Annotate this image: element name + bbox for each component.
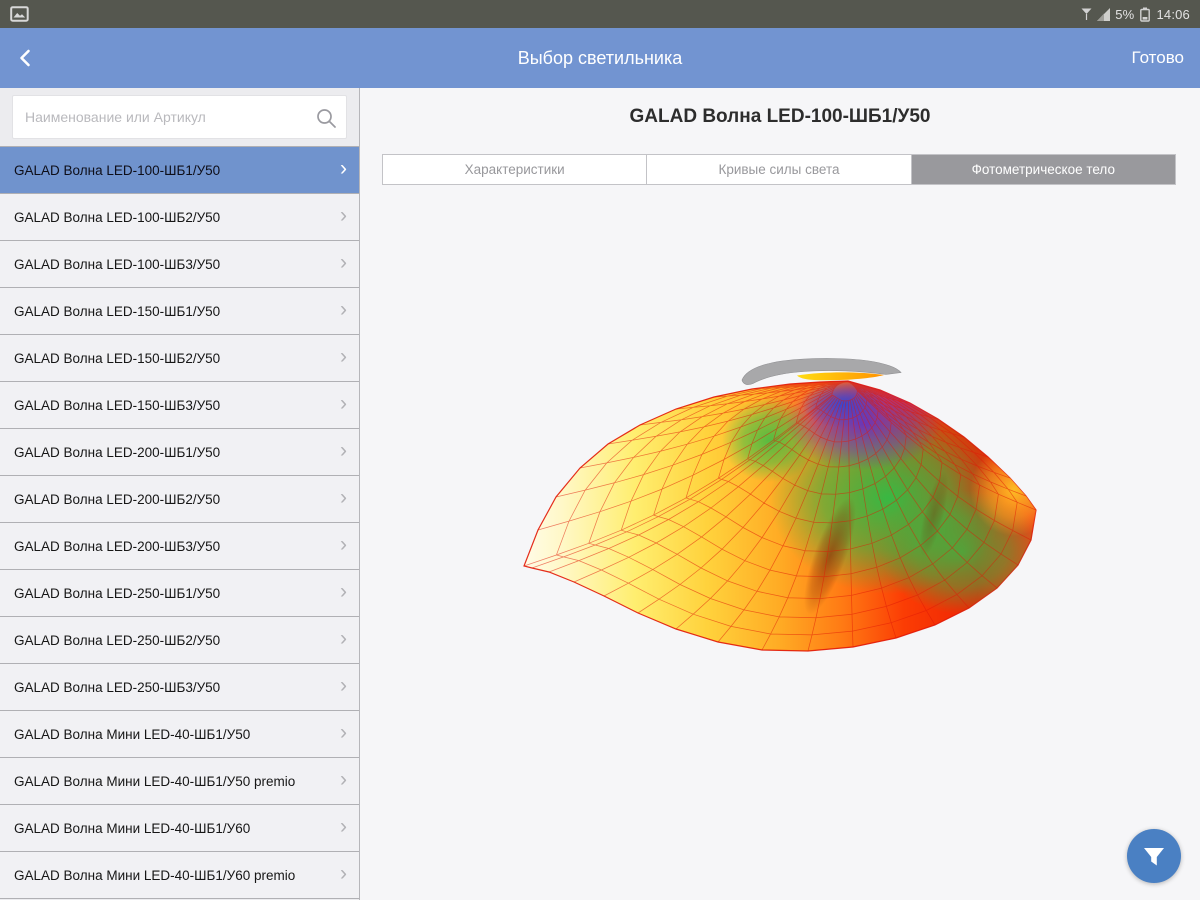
tab-bar: Характеристики Кривые силы света Фотометри… xyxy=(382,154,1176,185)
list-item[interactable]: GALAD Волна Мини LED-40-ШБ1/У50 › xyxy=(0,711,359,758)
list-item[interactable]: GALAD Волна Мини LED-40-ШБ1/У50 premio › xyxy=(0,758,359,805)
chevron-right-icon: › xyxy=(340,439,347,462)
signal-strength-icon xyxy=(1097,7,1111,21)
item-label: GALAD Волна LED-100-ШБ3/У50 xyxy=(14,256,221,272)
item-label: GALAD Волна LED-200-ШБ2/У50 xyxy=(14,491,221,507)
chevron-right-icon: › xyxy=(340,204,347,227)
chevron-right-icon: › xyxy=(340,721,347,744)
photometric-view xyxy=(360,218,1200,900)
item-label: GALAD Волна Мини LED-40-ШБ1/У60 premio xyxy=(14,867,296,883)
network-status-icon xyxy=(1081,8,1092,20)
list-item[interactable]: GALAD Волна LED-150-ШБ1/У50 › xyxy=(0,288,359,335)
item-label: GALAD Волна LED-250-ШБ2/У50 xyxy=(14,632,221,648)
item-label: GALAD Волна LED-250-ШБ3/У50 xyxy=(14,679,221,695)
filter-fab[interactable] xyxy=(1127,829,1181,883)
chevron-right-icon: › xyxy=(340,298,347,321)
search-bar xyxy=(0,88,359,146)
list-item[interactable]: GALAD Волна LED-200-ШБ1/У50 › xyxy=(0,429,359,476)
item-label: GALAD Волна Мини LED-40-ШБ1/У50 xyxy=(14,726,251,742)
search-input[interactable] xyxy=(12,95,347,139)
sidebar: GALAD Волна LED-100-ШБ1/У50›GALAD Волна … xyxy=(0,88,360,900)
funnel-icon xyxy=(1144,848,1164,866)
back-chevron-icon xyxy=(20,49,30,67)
item-label: GALAD Волна LED-100-ШБ1/У50 xyxy=(14,162,221,178)
battery-percent: 5% xyxy=(1115,6,1135,22)
item-label: GALAD Волна LED-200-ШБ3/У50 xyxy=(14,538,221,554)
chevron-right-icon: › xyxy=(340,157,347,180)
status-bar: 5% 14:06 xyxy=(0,0,1200,28)
item-label: GALAD Волна LED-150-ШБ2/У50 xyxy=(14,350,221,366)
back-button[interactable] xyxy=(18,48,32,68)
list-item[interactable]: GALAD Волна LED-200-ШБ3/У50 › xyxy=(0,523,359,570)
list-item[interactable]: GALAD Волна LED-200-ШБ2/У50 › xyxy=(0,476,359,523)
screenshot-notification-icon xyxy=(10,6,29,22)
status-time: 14:06 xyxy=(1156,6,1190,22)
item-label: GALAD Волна Мини LED-40-ШБ1/У60 xyxy=(14,820,251,836)
content: GALAD Волна LED-100-ШБ1/У50›GALAD Волна … xyxy=(0,88,1200,900)
list-item[interactable]: GALAD Волна Мини LED-40-ШБ1/У60 premio › xyxy=(0,852,359,899)
chevron-right-icon: › xyxy=(340,345,347,368)
chevron-right-icon: › xyxy=(340,392,347,415)
chevron-right-icon: › xyxy=(340,674,347,697)
tab-2[interactable]: Кривые силы света xyxy=(646,155,910,184)
app-screen: 5% 14:06 Выбор светильника Готово Наимен… xyxy=(0,0,1200,900)
list-item[interactable]: GALAD Волна LED-250-ШБ3/У50 › xyxy=(0,664,359,711)
list-item[interactable]: GALAD Волна LED-250-ШБ1/У50 › xyxy=(0,570,359,617)
item-label: GALAD Волна LED-150-ШБ1/У50 xyxy=(14,303,221,319)
list-item[interactable]: GALAD Волна LED-100-ШБ1/У50 › xyxy=(0,147,359,194)
luminaire-list: GALAD Волна LED-100-ШБ1/У50 › GALAD Волна … xyxy=(0,146,359,899)
tab-3[interactable]: Фотометрическое тело xyxy=(910,155,1175,184)
list-item[interactable]: GALAD Волна LED-150-ШБ3/У50 › xyxy=(0,382,359,429)
search-icon[interactable] xyxy=(315,107,337,129)
chevron-right-icon: › xyxy=(340,533,347,556)
tab-1[interactable]: Характеристики xyxy=(383,155,646,184)
item-label: GALAD Волна Мини LED-40-ШБ1/У50 premio xyxy=(14,773,296,789)
header: Выбор светильника Готово xyxy=(0,28,1200,88)
list-item[interactable]: GALAD Волна LED-250-ШБ2/У50 › xyxy=(0,617,359,664)
item-label: GALAD Волна LED-100-ШБ2/У50 xyxy=(14,209,221,225)
chevron-right-icon: › xyxy=(340,251,347,274)
page-title: Выбор светильника xyxy=(517,47,683,68)
chevron-right-icon: › xyxy=(340,815,347,838)
battery-icon xyxy=(1140,7,1151,22)
item-label: GALAD Волна LED-150-ШБ3/У50 xyxy=(14,397,221,413)
done-button[interactable]: Готово xyxy=(1132,28,1185,88)
list-item[interactable]: GALAD Волна LED-100-ШБ3/У50 › xyxy=(0,241,359,288)
main-panel: GALAD Волна LED-100-ШБ1/У50 Характеристи… xyxy=(360,88,1200,900)
chevron-right-icon: › xyxy=(340,862,347,885)
item-label: GALAD Волна LED-200-ШБ1/У50 xyxy=(14,444,221,460)
chevron-right-icon: › xyxy=(340,580,347,603)
luminaire-title: GALAD Волна LED-100-ШБ1/У50 xyxy=(629,106,931,127)
chevron-right-icon: › xyxy=(340,486,347,509)
item-label: GALAD Волна LED-250-ШБ1/У50 xyxy=(14,585,221,601)
list-item[interactable]: GALAD Волна LED-150-ШБ2/У50 › xyxy=(0,335,359,382)
list-item[interactable]: GALAD Волна Мини LED-40-ШБ1/У60 › xyxy=(0,805,359,852)
list-item[interactable]: GALAD Волна LED-100-ШБ2/У50 › xyxy=(0,194,359,241)
chevron-right-icon: › xyxy=(340,627,347,650)
chevron-right-icon: › xyxy=(340,768,347,791)
